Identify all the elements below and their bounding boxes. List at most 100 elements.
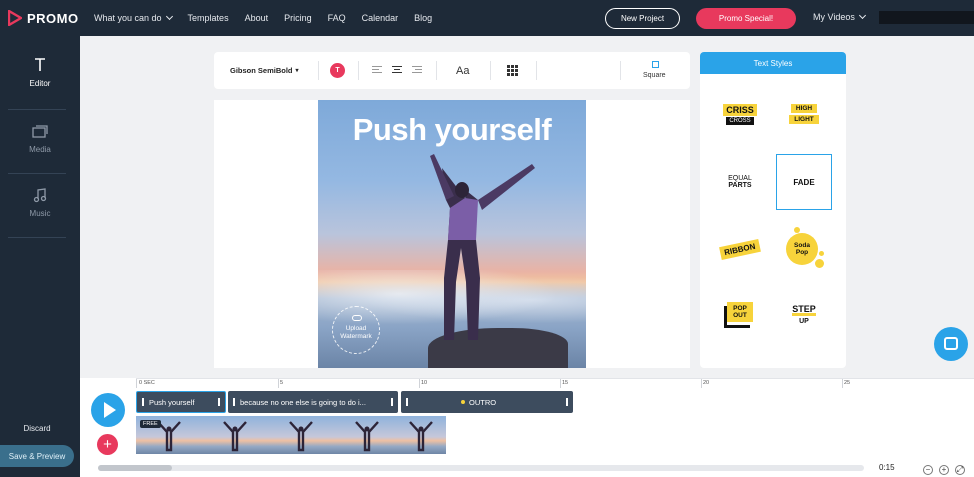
drag-handle-icon[interactable] [142,398,144,406]
align-center-icon[interactable] [392,66,402,74]
drag-handle-icon[interactable] [566,398,568,406]
sidebar-item-label: Media [29,145,51,154]
media-thumbnail[interactable] [400,416,446,454]
style-step-line1: STEP [792,304,816,316]
thumbnail-figure [355,421,379,452]
outro-dot-icon [461,400,465,404]
aspect-ratio-label[interactable]: Square [643,72,666,79]
my-videos-menu[interactable]: My Videos [813,11,866,22]
font-select-value: Gibson SemiBold [230,66,293,75]
style-popout-line2: OUT [733,312,747,319]
sidebar-item-music[interactable]: Music [0,187,80,218]
upload-watermark-button[interactable]: Upload Watermark [332,306,380,354]
discard-button[interactable]: Discard [0,424,74,433]
expand-icon[interactable]: ⤢ [955,465,965,475]
timeline-clip-1[interactable]: Push yourself [136,391,226,413]
ruler-tick [701,379,702,388]
save-preview-button[interactable]: Save & Preview [0,445,74,467]
style-ribbon[interactable]: RIBBON [712,221,768,277]
text-styles-panel: Text Styles CRISS CROSS HIGH LIGHT EQUAL… [700,52,846,368]
thumbnail-figure [409,421,433,452]
chat-icon [944,337,958,350]
thumbnail-figure [289,421,313,452]
align-left-icon[interactable] [372,66,382,74]
video-title-text[interactable]: Push yourself [318,112,586,148]
ruler-tick [560,379,561,388]
zoom-out-button[interactable]: − [923,465,933,475]
pop-out-box: POP OUT [724,302,756,328]
drag-handle-icon[interactable] [391,398,393,406]
chat-support-button[interactable] [934,327,968,361]
zoom-in-button[interactable]: + [939,465,949,475]
ruler-tick [842,379,843,388]
sidebar-item-media[interactable]: Media [0,123,80,154]
style-equal-parts[interactable]: EQUAL PARTS [712,154,768,210]
clip-label: OUTRO [469,397,497,407]
style-criss-line1: CRISS [723,103,757,116]
style-soda-line2: Pop [795,249,809,256]
media-thumbnail[interactable] [334,416,400,454]
drag-handle-icon[interactable] [406,398,408,406]
style-soda-line1: Soda [794,242,810,249]
ruler-label: 0 SEC [139,380,155,386]
total-duration: 0:15 [879,463,895,472]
align-right-icon[interactable] [412,66,422,74]
square-ratio-icon[interactable] [652,61,659,68]
drag-handle-icon[interactable] [233,398,235,406]
my-videos-label: My Videos [813,12,855,22]
account-area[interactable] [879,11,974,24]
media-track[interactable] [136,416,446,454]
toolbar-divider [490,61,491,80]
nav-calendar[interactable]: Calendar [362,13,399,23]
logo-play-icon [8,10,22,26]
style-criss-cross[interactable]: CRISS CROSS [712,86,768,142]
add-scene-button[interactable]: + [97,434,118,455]
ruler-label: 10 [421,380,428,386]
media-thumbnail[interactable] [202,416,268,454]
nav-faq[interactable]: FAQ [328,13,346,23]
drag-handle-icon[interactable] [218,398,220,406]
promo-special-button[interactable]: Promo Special! [696,8,796,29]
style-ribbon-label: RIBBON [719,238,761,260]
sidebar-item-editor[interactable]: Editor [0,57,80,88]
timeline-scrollbar-thumb[interactable] [98,465,172,471]
nav-templates[interactable]: Templates [188,13,229,23]
font-select[interactable]: Gibson SemiBold ▾ [230,66,299,75]
ruler-label: 20 [703,380,710,386]
watermark-label: Upload Watermark [340,325,372,340]
caret-down-icon: ▾ [295,68,299,74]
play-button[interactable] [91,393,125,427]
style-fade[interactable]: FADE [776,154,832,210]
timeline-scrollbar[interactable] [98,465,864,471]
font-size-button[interactable]: Aa [456,65,469,77]
nav-about[interactable]: About [245,13,269,23]
video-preview[interactable]: Push yourself Upload Watermark [318,100,586,368]
timeline-clip-outro[interactable]: OUTRO [401,391,573,413]
toolbar-divider [536,61,537,80]
style-highlight[interactable]: HIGH LIGHT [776,86,832,142]
style-soda-pop[interactable]: Soda Pop [776,221,832,277]
nav-pricing[interactable]: Pricing [284,13,312,23]
text-color-button[interactable]: T [330,63,345,78]
sidebar-item-label: Music [29,209,51,218]
timeline-clip-2[interactable]: because no one else is going to do i... [228,391,398,413]
ruler-label: 25 [844,380,851,386]
toolbar-divider [436,61,437,80]
promo-logo[interactable]: PROMO [8,10,88,26]
ruler-tick [278,379,279,388]
ruler-label: 5 [280,380,284,386]
style-step-up[interactable]: STEP UP [776,287,832,343]
nav-what-you-can-do[interactable]: What you can do [94,12,173,23]
timeline-ruler [136,378,974,379]
toolbar-divider [318,61,319,80]
text-styles-header: Text Styles [700,52,846,74]
grid-icon[interactable] [507,65,518,76]
play-icon [104,402,116,418]
clip-label: Push yourself [149,397,195,407]
toolbar-divider [620,61,621,80]
media-thumbnail[interactable] [268,416,334,454]
style-pop-out[interactable]: POP OUT [712,287,768,343]
nav-blog[interactable]: Blog [414,13,432,23]
new-project-button[interactable]: New Project [605,8,680,29]
nav-links: What you can do Templates About Pricing … [94,12,448,23]
